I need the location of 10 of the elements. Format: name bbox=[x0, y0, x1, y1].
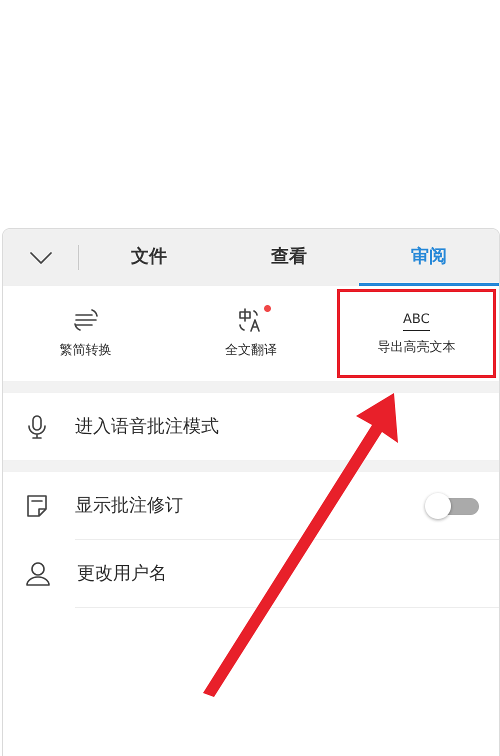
note-icon bbox=[25, 492, 49, 518]
microphone-icon bbox=[25, 414, 49, 440]
chevron-down-icon bbox=[28, 250, 52, 264]
notification-dot bbox=[264, 304, 271, 312]
convert-icon bbox=[72, 306, 100, 333]
toggle-switch[interactable] bbox=[425, 492, 479, 518]
tab[interactable]: 文件 bbox=[79, 229, 219, 286]
user-icon bbox=[25, 560, 51, 586]
setting-label: 显示批注修订 bbox=[75, 494, 183, 518]
tab[interactable]: 查看 bbox=[219, 229, 359, 286]
